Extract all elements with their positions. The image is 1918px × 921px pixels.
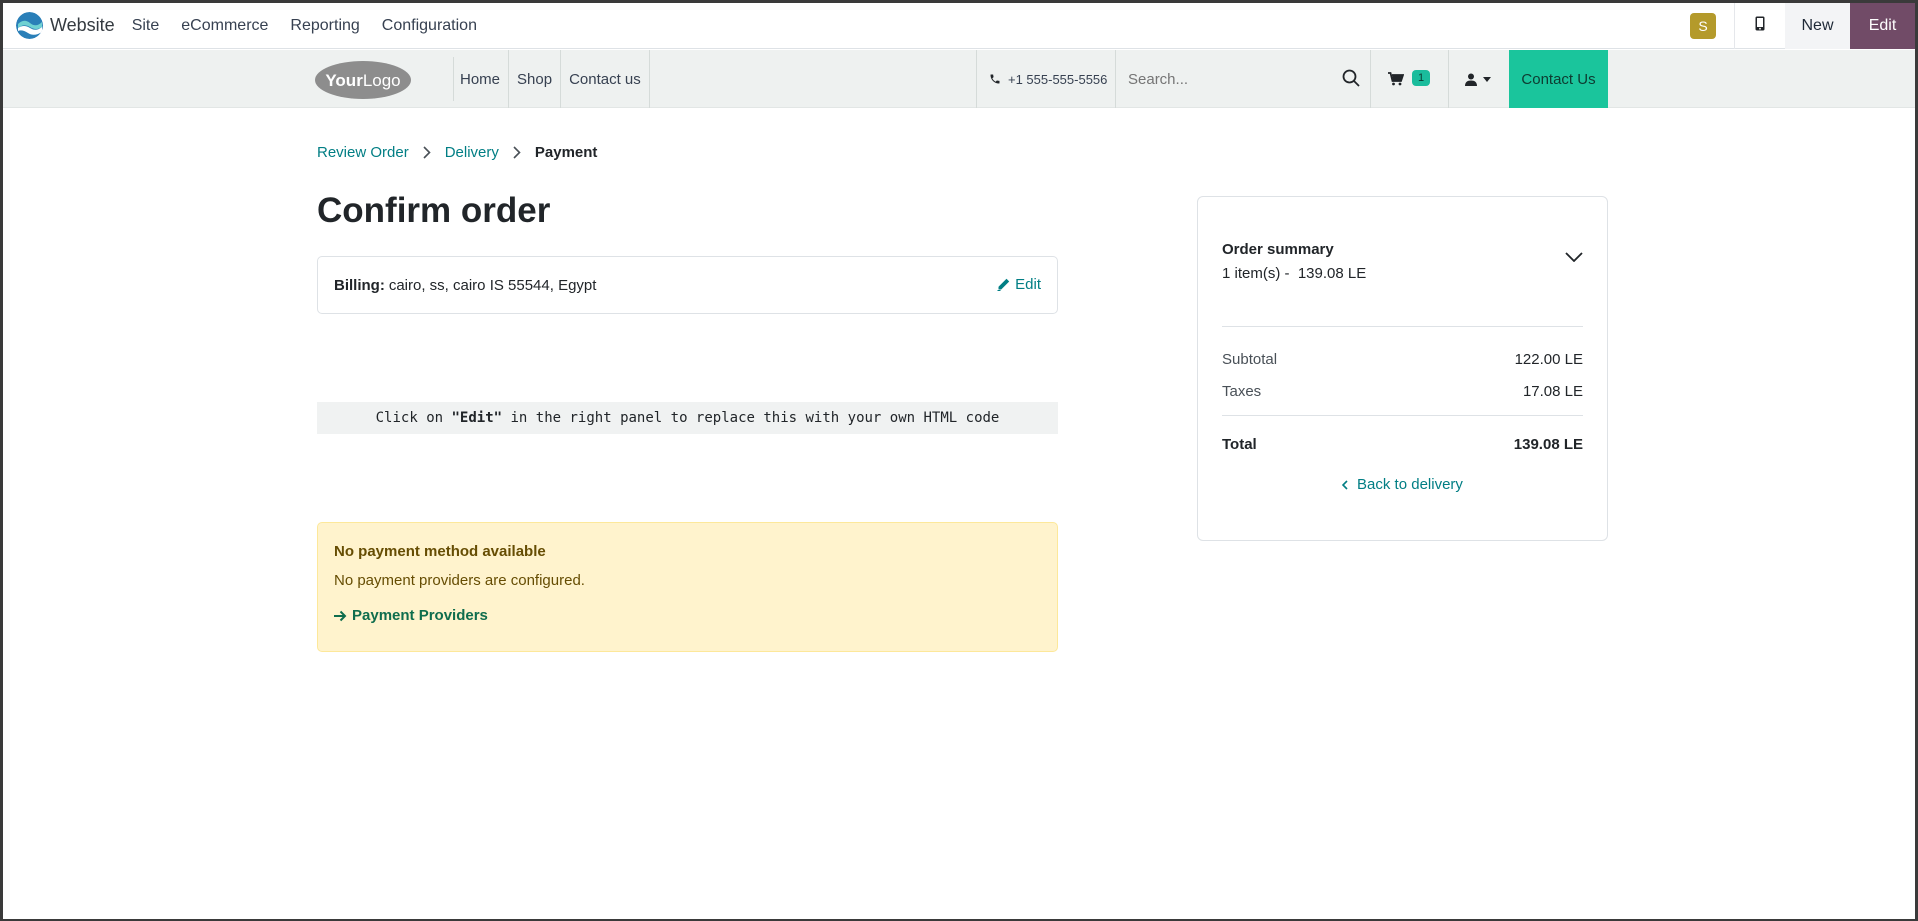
mobile-icon bbox=[1755, 16, 1765, 36]
phone-number: +1 555-555-5556 bbox=[1008, 71, 1108, 87]
website-app-icon bbox=[16, 12, 43, 39]
svg-text:YourLogo: YourLogo bbox=[325, 71, 400, 90]
order-summary-header[interactable]: Order summary 1 item(s) - 139.08 LE bbox=[1222, 197, 1583, 327]
mobile-preview-button[interactable] bbox=[1735, 3, 1785, 49]
nav-contact-us[interactable]: Contact us bbox=[561, 50, 650, 108]
total-row: Total 139.08 LE bbox=[1222, 416, 1583, 472]
taxes-row: Taxes 17.08 LE bbox=[1222, 375, 1583, 407]
user-menu-toggle[interactable] bbox=[1449, 50, 1509, 108]
user-avatar[interactable]: S bbox=[1690, 13, 1716, 39]
cart-count-badge: 1 bbox=[1412, 69, 1431, 86]
chevron-down-icon[interactable] bbox=[1565, 249, 1583, 267]
app-brand[interactable]: Website bbox=[16, 3, 132, 49]
your-logo-image: YourLogo bbox=[315, 61, 411, 99]
phone-icon bbox=[989, 73, 1001, 85]
caret-down-icon bbox=[1483, 76, 1491, 82]
order-summary-items: 1 item(s) - 139.08 LE bbox=[1222, 265, 1367, 282]
website-header: YourLogo Home Shop Contact us +1 555-555… bbox=[3, 50, 1915, 108]
new-button[interactable]: New bbox=[1785, 3, 1850, 49]
payment-providers-label: Payment Providers bbox=[352, 607, 488, 624]
odoo-navbar: Website Site eCommerce Reporting Configu… bbox=[3, 3, 1915, 49]
cart-button[interactable]: 1 bbox=[1371, 50, 1449, 108]
chevron-left-icon bbox=[1342, 479, 1348, 490]
html-placeholder-block: Click on "Edit" in the right panel to re… bbox=[317, 402, 1058, 434]
billing-address: cairo, ss, cairo IS 55544, Egypt bbox=[388, 276, 597, 294]
back-to-delivery-label: Back to delivery bbox=[1357, 476, 1463, 493]
chevron-right-icon bbox=[423, 146, 431, 159]
summary-amounts: Subtotal 122.00 LE Taxes 17.08 LE bbox=[1222, 327, 1583, 416]
subtotal-row: Subtotal 122.00 LE bbox=[1222, 343, 1583, 375]
no-payment-alert: No payment method available No payment p… bbox=[317, 522, 1058, 652]
search-input[interactable] bbox=[1116, 70, 1316, 88]
menu-configuration[interactable]: Configuration bbox=[382, 17, 477, 35]
edit-button[interactable]: Edit bbox=[1850, 3, 1915, 49]
subtotal-value: 122.00 LE bbox=[1514, 350, 1583, 368]
subtotal-label: Subtotal bbox=[1222, 350, 1278, 368]
arrow-right-icon bbox=[334, 610, 347, 622]
billing-edit-link[interactable]: Edit bbox=[997, 276, 1041, 293]
code-bold: "Edit" bbox=[451, 410, 503, 426]
cart-icon bbox=[1388, 72, 1404, 86]
breadcrumb-payment: Payment bbox=[534, 144, 598, 161]
code-suffix: in the right panel to replace this with … bbox=[502, 410, 1000, 426]
billing-edit-label: Edit bbox=[1015, 276, 1041, 293]
order-summary-card: Order summary 1 item(s) - 139.08 LE Subt… bbox=[1197, 196, 1608, 541]
code-prefix: Click on bbox=[375, 410, 452, 426]
taxes-label: Taxes bbox=[1222, 382, 1262, 400]
payment-providers-link[interactable]: Payment Providers bbox=[334, 607, 1041, 624]
back-to-delivery-link[interactable]: Back to delivery bbox=[1222, 476, 1583, 493]
user-icon bbox=[1465, 73, 1477, 86]
total-label: Total bbox=[1222, 435, 1257, 453]
contact-us-button[interactable]: Contact Us bbox=[1509, 50, 1608, 108]
breadcrumb-delivery[interactable]: Delivery bbox=[445, 144, 499, 161]
alert-title: No payment method available bbox=[334, 543, 546, 560]
total-value: 139.08 LE bbox=[1513, 435, 1583, 453]
chevron-right-icon bbox=[513, 146, 521, 159]
search-icon[interactable] bbox=[1342, 69, 1360, 92]
app-name: Website bbox=[50, 15, 115, 35]
billing-label: Billing: bbox=[334, 276, 385, 294]
menu-site[interactable]: Site bbox=[132, 17, 160, 35]
billing-address-card: Billing: cairo, ss, cairo IS 55544, Egyp… bbox=[317, 256, 1058, 314]
breadcrumb-review-order[interactable]: Review Order bbox=[317, 144, 409, 161]
nav-home[interactable]: Home bbox=[452, 50, 510, 108]
menu-reporting[interactable]: Reporting bbox=[290, 17, 359, 35]
taxes-value: 17.08 LE bbox=[1522, 382, 1583, 400]
phone-link[interactable]: +1 555-555-5556 bbox=[976, 50, 1116, 108]
page-title: Confirm order bbox=[317, 191, 551, 230]
site-logo[interactable]: YourLogo bbox=[314, 57, 454, 101]
alert-text: No payment providers are configured. bbox=[334, 572, 585, 589]
search-box bbox=[1116, 50, 1371, 108]
order-summary-title: Order summary bbox=[1222, 241, 1334, 258]
checkout-breadcrumb: Review Order Delivery Payment bbox=[317, 144, 597, 161]
site-nav: Home Shop Contact us bbox=[452, 50, 650, 108]
menu-ecommerce[interactable]: eCommerce bbox=[181, 17, 268, 35]
nav-shop[interactable]: Shop bbox=[509, 50, 562, 108]
pencil-icon bbox=[997, 278, 1010, 291]
